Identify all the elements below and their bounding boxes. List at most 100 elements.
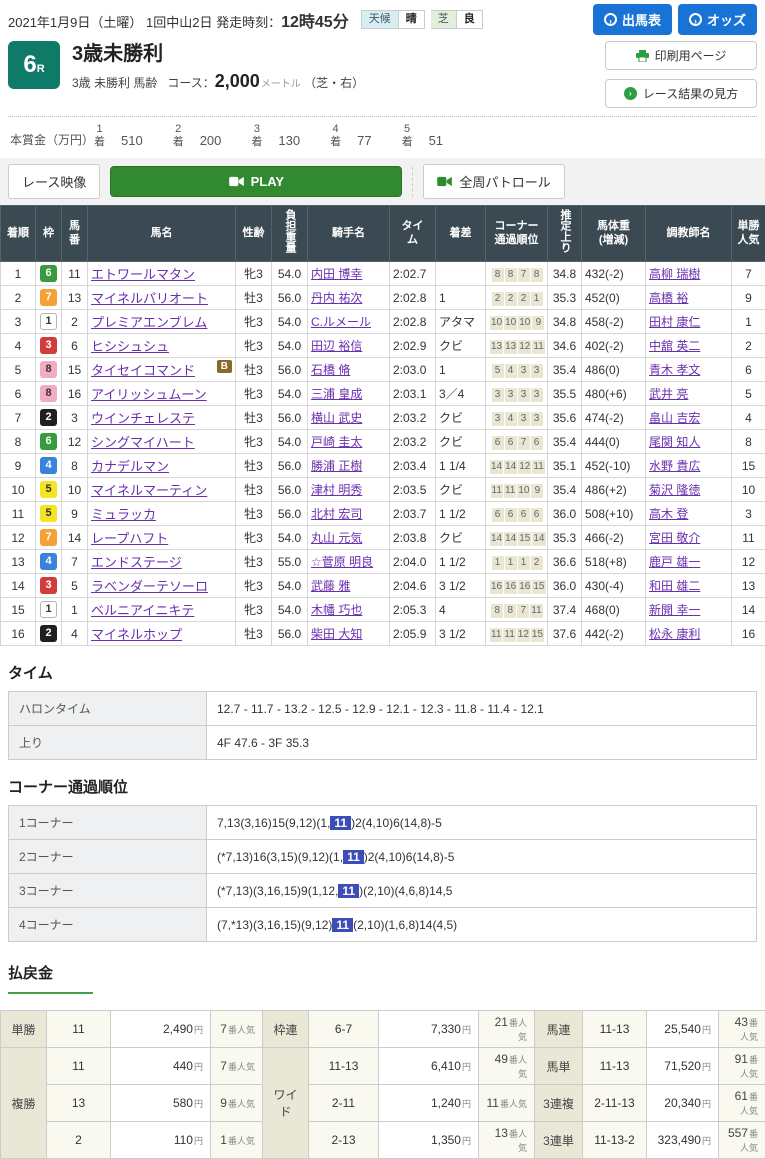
jockey-link[interactable]: 横山 武史 (311, 411, 362, 425)
horse-link[interactable]: マイネルマーティン (91, 483, 207, 498)
horse-link[interactable]: ミュラッカ (91, 507, 156, 522)
corner-position: 12 (517, 628, 530, 642)
jockey-link[interactable]: 北村 宏司 (311, 507, 362, 521)
jockey-link[interactable]: 木幡 巧也 (311, 603, 362, 617)
corner-position: 7 (517, 604, 529, 618)
prize-item: 5着 51 (402, 123, 443, 148)
horse-link[interactable]: マイネルパリオート (91, 291, 208, 306)
trainer-link[interactable]: 田村 康仁 (649, 315, 700, 329)
horse-link[interactable]: ヒシシュシュ (91, 339, 169, 354)
trainer-link[interactable]: 鹿戸 雄一 (649, 555, 700, 569)
corner-position: 15 (518, 532, 531, 546)
jockey-link[interactable]: 津村 明秀 (311, 483, 362, 497)
corner-position: 1 (531, 292, 543, 306)
corner-position: 11 (532, 340, 544, 354)
corner-position: 3 (492, 412, 504, 426)
result-row: 11 5 9 ミュラッカ 牡3 56.0 北村 宏司 2:03.7 1 1/2 … (1, 502, 765, 526)
jockey-link[interactable]: 内田 博幸 (311, 267, 362, 281)
race-header: 6R 3歳未勝利 3歳 未勝利 馬齢 コース：2,000メートル （芝・右） 印… (0, 37, 765, 108)
printer-icon (636, 50, 649, 62)
trainer-link[interactable]: 菊沢 隆徳 (649, 483, 700, 497)
jockey-link[interactable]: 丹内 祐次 (311, 291, 362, 305)
odds-button[interactable]: › オッズ (678, 4, 757, 35)
trainer-link[interactable]: 高橋 裕 (649, 291, 688, 305)
horse-link[interactable]: ラベンダーテソーロ (91, 579, 208, 594)
trainer-link[interactable]: 松永 康利 (649, 627, 700, 641)
jockey-link[interactable]: ☆菅原 明良 (311, 555, 373, 569)
trainer-link[interactable]: 高柳 瑞樹 (649, 267, 700, 281)
horse-link[interactable]: レープハフト (91, 531, 168, 546)
horse-link[interactable]: タイセイコマンド (91, 363, 195, 378)
corner-position: 8 (531, 268, 543, 282)
weather-value: 晴 (399, 10, 425, 29)
horse-link[interactable]: アイリッシュムーン (91, 387, 207, 402)
prize-item: 3着 130 (251, 123, 300, 148)
waku-badge: 2 (40, 409, 57, 426)
corner-row: 2コーナー (*7,13)16(3,15)(9,12)(1,11)2(4,10)… (9, 840, 757, 874)
payout-heading-text: 払戻金 (8, 962, 93, 994)
corner-position: 14 (504, 532, 517, 546)
time-section-heading: タイム (8, 662, 757, 683)
horse-link[interactable]: ウインチェレステ (91, 411, 195, 426)
race-info: 3歳未勝利 3歳 未勝利 馬齢 コース：2,000メートル （芝・右） (72, 41, 364, 108)
horse-link[interactable]: カナデルマン (91, 459, 169, 474)
jockey-link[interactable]: 石橋 脩 (311, 363, 350, 377)
patrol-video-button[interactable]: 全周パトロール (423, 164, 564, 199)
corner-position: 9 (531, 484, 543, 498)
trainer-link[interactable]: 水野 貴広 (649, 459, 700, 473)
trainer-link[interactable]: 新開 幸一 (649, 603, 700, 617)
jockey-link[interactable]: 勝浦 正樹 (311, 459, 362, 473)
jockey-link[interactable]: 柴田 大知 (311, 627, 362, 641)
race-video-button[interactable]: レース映像 (8, 164, 100, 199)
jockey-link[interactable]: 戸崎 圭太 (311, 435, 362, 449)
results-guide-button[interactable]: › レース結果の見方 (605, 79, 757, 108)
turf-value: 良 (457, 10, 483, 29)
video-bar: レース映像 PLAY 全周パトロール (0, 158, 765, 205)
trainer-link[interactable]: 宮田 敬介 (649, 531, 700, 545)
jockey-link[interactable]: 武藤 雅 (311, 579, 350, 593)
bet-type-label: 3連複 (535, 1085, 583, 1122)
corner-position: 16 (504, 580, 517, 594)
jockey-link[interactable]: 丸山 元気 (311, 531, 362, 545)
waku-badge: 3 (40, 337, 57, 354)
arrow-circle-icon: › (689, 13, 702, 26)
corner-position: 3 (518, 388, 530, 402)
corner-position: 10 (504, 316, 517, 330)
corner-position: 3 (518, 364, 530, 378)
time-table: ハロンタイム 12.7 - 11.7 - 13.2 - 12.5 - 12.9 … (8, 691, 757, 760)
course-distance: 2,000 (215, 71, 260, 91)
trainer-link[interactable]: 中舘 英二 (649, 339, 700, 353)
time-row: 上り 4F 47.6 - 3F 35.3 (9, 726, 757, 760)
horse-link[interactable]: プレミアエンブレム (91, 315, 207, 330)
result-row: 14 3 5 ラベンダーテソーロ 牝3 54.0 武藤 雅 2:04.6 3 1… (1, 574, 765, 598)
payout-heading: 払戻金 (8, 962, 757, 994)
result-row: 3 1 2 プレミアエンブレム 牝3 54.0 C.ルメール 2:02.8 アタ… (1, 310, 765, 334)
horse-link[interactable]: エトワールマタン (91, 267, 195, 282)
corner-position: 4 (505, 364, 517, 378)
jockey-link[interactable]: 田辺 裕信 (311, 339, 362, 353)
jockey-link[interactable]: C.ルメール (311, 315, 371, 329)
print-page-button[interactable]: 印刷用ページ (605, 41, 757, 70)
result-row: 8 6 12 シングマイハート 牝3 54.0 戸崎 圭太 2:03.2 クビ … (1, 430, 765, 454)
horse-link[interactable]: マイネルホップ (91, 627, 182, 642)
trainer-link[interactable]: 武井 亮 (649, 387, 688, 401)
horse-link[interactable]: エンドステージ (91, 555, 182, 570)
result-row: 4 3 6 ヒシシュシュ 牝3 54.0 田辺 裕信 2:02.9 クビ 131… (1, 334, 765, 358)
entries-button[interactable]: › 出馬表 (593, 4, 672, 35)
trainer-link[interactable]: 和田 雄二 (649, 579, 700, 593)
corner-position: 3 (531, 364, 543, 378)
prize-item: 2着 200 (173, 123, 222, 148)
print-page-label: 印刷用ページ (655, 47, 727, 64)
horse-link[interactable]: シングマイハート (91, 435, 195, 450)
trainer-link[interactable]: 尾関 知人 (649, 435, 700, 449)
trainer-link[interactable]: 青木 孝文 (649, 363, 700, 377)
corner-position: 1 (492, 556, 504, 570)
play-button[interactable]: PLAY (110, 166, 402, 197)
results-header-row: 着順枠馬 番馬名性齢負担重量騎手名タイ ム着差コーナー 通過順位推定上り馬体重 … (1, 206, 765, 262)
corner-position: 11 (504, 484, 516, 498)
trainer-link[interactable]: 高木 登 (649, 507, 688, 521)
jockey-link[interactable]: 三浦 皇成 (311, 387, 362, 401)
horse-link[interactable]: ベルニアイニキテ (91, 603, 194, 618)
trainer-link[interactable]: 畠山 吉宏 (649, 411, 700, 425)
result-row: 16 2 4 マイネルホップ 牡3 56.0 柴田 大知 2:05.9 3 1/… (1, 622, 765, 646)
